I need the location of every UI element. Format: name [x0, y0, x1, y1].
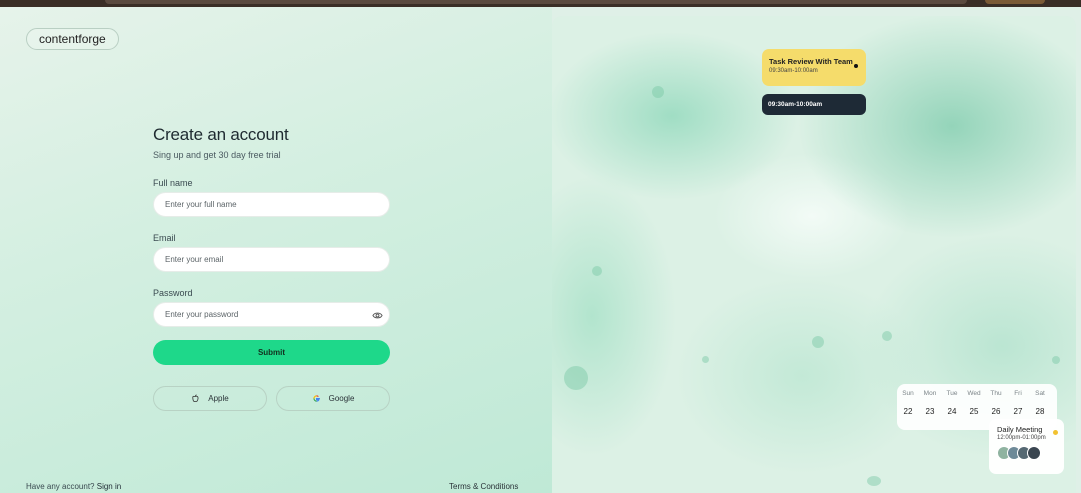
full-name-field-wrapper [153, 192, 390, 217]
apple-label: Apple [208, 394, 229, 403]
calendar-date[interactable]: 23 [919, 407, 941, 416]
meeting-time: 12:00pm-01:00pm [997, 435, 1046, 441]
google-icon [312, 395, 320, 402]
signin-prompt: Have any account? Sign in [26, 482, 121, 491]
calendar-date[interactable]: 24 [941, 407, 963, 416]
weekday-label: Fri [1014, 390, 1022, 397]
weekday-label: Wed [967, 390, 981, 397]
browser-top-bar [0, 0, 1081, 7]
signin-link[interactable]: Sign in [97, 482, 121, 491]
email-label: Email [153, 233, 176, 243]
email-field-wrapper [153, 247, 390, 272]
meeting-title: Daily Meeting [997, 425, 1043, 434]
calendar-weekdays: Sun Mon Tue Wed Thu Fri Sat [897, 390, 1057, 397]
weekday-label: Tue [946, 390, 958, 397]
weekday-label: Thu [990, 390, 1002, 397]
top-bar-accent [985, 0, 1045, 4]
apple-signin-button[interactable]: Apple [153, 386, 267, 411]
task-card[interactable]: Task Review With Team 09:30am-10:00am [762, 49, 866, 86]
decor-dot [564, 366, 588, 390]
google-label: Google [328, 394, 355, 403]
signup-panel: contentforge Create an account Sing up a… [0, 7, 552, 493]
apple-icon [192, 394, 199, 402]
calendar-date[interactable]: 25 [963, 407, 985, 416]
full-name-input[interactable] [154, 193, 389, 216]
preview-panel: Task Review With Team 09:30am-10:00am 09… [552, 16, 1076, 493]
submit-button[interactable]: Submit [153, 340, 390, 365]
page-title: Create an account [153, 125, 289, 144]
status-dot [1053, 430, 1058, 435]
calendar-date[interactable]: 27 [1007, 407, 1029, 416]
password-input[interactable] [154, 303, 389, 326]
weekday-label: Sat [1035, 390, 1045, 397]
cursor-dot [854, 64, 858, 68]
email-input[interactable] [154, 248, 389, 271]
meeting-card[interactable]: Daily Meeting 12:00pm-01:00pm [989, 419, 1064, 474]
avatar [1027, 446, 1041, 460]
top-bar-strip [105, 0, 967, 4]
avatar-group [997, 446, 1056, 460]
time-card[interactable]: 09:30am-10:00am [762, 94, 866, 115]
weekday-label: Mon [923, 390, 937, 397]
full-name-label: Full name [153, 178, 193, 188]
signup-form: Create an account Sing up and get 30 day… [153, 125, 390, 411]
task-card-time: 09:30am-10:00am [769, 68, 818, 74]
decor-dot [867, 476, 881, 486]
page-subtitle: Sing up and get 30 day free trial [153, 150, 281, 160]
decor-dot [812, 336, 824, 348]
brand-logo[interactable]: contentforge [26, 28, 119, 50]
calendar-date[interactable]: 28 [1029, 407, 1051, 416]
decor-dot [652, 86, 664, 98]
decor-dot [1052, 356, 1060, 364]
password-label: Password [153, 288, 193, 298]
calendar-dates: 22 23 24 25 26 27 28 [897, 407, 1057, 416]
signin-prompt-text: Have any account? [26, 482, 95, 491]
decor-dot [592, 266, 602, 276]
password-field-wrapper [153, 302, 390, 327]
decor-dot [882, 331, 892, 341]
calendar-date[interactable]: 26 [985, 407, 1007, 416]
google-signin-button[interactable]: Google [276, 386, 390, 411]
task-card-title: Task Review With Team [769, 57, 853, 66]
weekday-label: Sun [902, 390, 914, 397]
calendar-date[interactable]: 22 [897, 407, 919, 416]
terms-link[interactable]: Terms & Conditions [449, 482, 518, 491]
eye-icon[interactable] [372, 310, 383, 321]
decor-dot [702, 356, 709, 363]
social-login-row: Apple Google [153, 386, 390, 411]
